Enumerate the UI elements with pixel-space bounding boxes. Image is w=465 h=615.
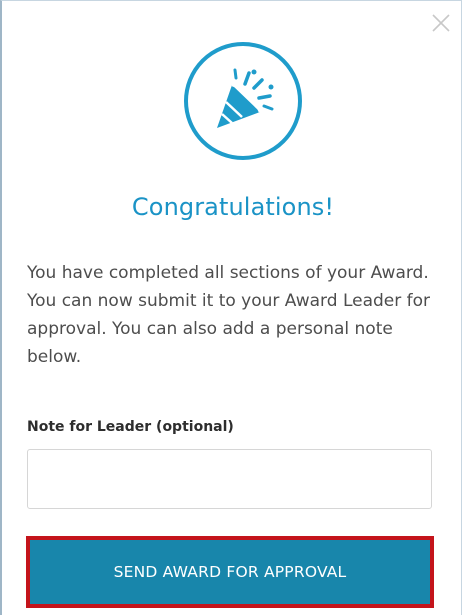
send-award-for-approval-button[interactable]: SEND AWARD FOR APPROVAL <box>30 540 430 604</box>
celebration-badge <box>184 42 302 160</box>
approval-dialog: Congratulations! You have completed all … <box>0 0 462 615</box>
dialog-title: Congratulations! <box>131 193 335 221</box>
close-icon[interactable] <box>427 9 455 37</box>
note-for-leader-input[interactable] <box>27 449 432 509</box>
party-popper-icon <box>217 68 274 128</box>
submit-button-highlight: SEND AWARD FOR APPROVAL <box>26 536 434 608</box>
note-field-label: Note for Leader (optional) <box>27 419 234 435</box>
dialog-message: You have completed all sections of your … <box>27 263 431 367</box>
